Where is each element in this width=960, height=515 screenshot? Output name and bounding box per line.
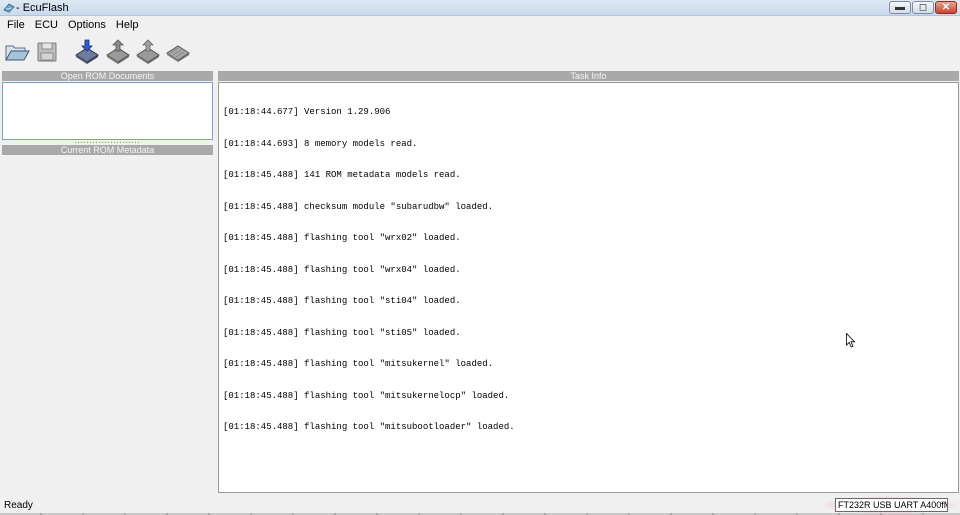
title-bar[interactable]: - EcuFlash ▬ ◻ ✕ [0, 0, 960, 16]
log-line: [01:18:45.488] flashing tool "sti05" loa… [223, 327, 461, 338]
log-line: [01:18:45.488] flashing tool "mitsukerne… [223, 359, 494, 369]
menu-help[interactable]: Help [111, 17, 144, 34]
close-icon: ✕ [941, 2, 951, 13]
open-button[interactable] [3, 38, 31, 66]
task-info-log[interactable]: [01:18:44.677] Version 1.29.906 [01:18:4… [218, 82, 959, 493]
log-line: [01:18:45.488] checksum module "subarudb… [223, 201, 494, 212]
read-ecu-chip-icon [75, 39, 99, 64]
maximize-button[interactable]: ◻ [912, 1, 934, 14]
ecuflash-app-icon [3, 3, 15, 13]
test-write-chip-icon [136, 39, 160, 64]
log-line: [01:18:45.488] flashing tool "mitsukerne… [223, 390, 510, 401]
current-rom-metadata-header: Current ROM Metadata [2, 145, 213, 155]
write-ecu-chip-icon [106, 39, 130, 64]
mouse-cursor-icon [846, 333, 856, 348]
log-line: [01:18:44.677] Version 1.29.906 [223, 107, 391, 117]
task-info-header: Task Info [218, 71, 959, 81]
status-text: Ready [4, 500, 33, 511]
maximize-icon: ◻ [918, 2, 928, 13]
open-rom-documents-list[interactable] [2, 82, 213, 140]
open-rom-documents-header: Open ROM Documents [2, 71, 213, 81]
compare-chip-icon [166, 45, 190, 62]
log-line: [01:18:45.488] flashing tool "mitsubootl… [223, 422, 515, 432]
test-write-button[interactable] [134, 38, 162, 66]
menu-options[interactable]: Options [63, 17, 111, 34]
toolbar [0, 36, 960, 68]
menu-bar: File ECU Options Help [0, 17, 960, 34]
read-ecu-button[interactable] [73, 38, 101, 66]
compare-button[interactable] [164, 38, 192, 66]
log-line: [01:18:45.488] flashing tool "sti04" loa… [223, 296, 461, 306]
log-line: [01:18:44.693] 8 memory models read. [223, 138, 418, 149]
save-disk-icon [37, 42, 57, 62]
close-button[interactable]: ✕ [935, 1, 957, 14]
log-line: [01:18:45.488] flashing tool "wrx04" loa… [223, 264, 461, 275]
device-status-label: FT232R USB UART A400fMIA [835, 498, 948, 512]
save-button[interactable] [33, 38, 61, 66]
minimize-icon: ▬ [895, 2, 905, 13]
panel-splitter-grip[interactable] [74, 141, 140, 144]
open-folder-icon [5, 45, 30, 61]
window-title: - EcuFlash [16, 2, 69, 14]
window-controls: ▬ ◻ ✕ [889, 1, 957, 15]
log-line: [01:18:45.488] 141 ROM metadata models r… [223, 170, 461, 180]
menu-ecu[interactable]: ECU [30, 17, 63, 34]
menu-file[interactable]: File [2, 17, 30, 34]
write-ecu-button[interactable] [104, 38, 132, 66]
log-line: [01:18:45.488] flashing tool "wrx02" loa… [223, 233, 461, 243]
minimize-button[interactable]: ▬ [889, 1, 911, 14]
